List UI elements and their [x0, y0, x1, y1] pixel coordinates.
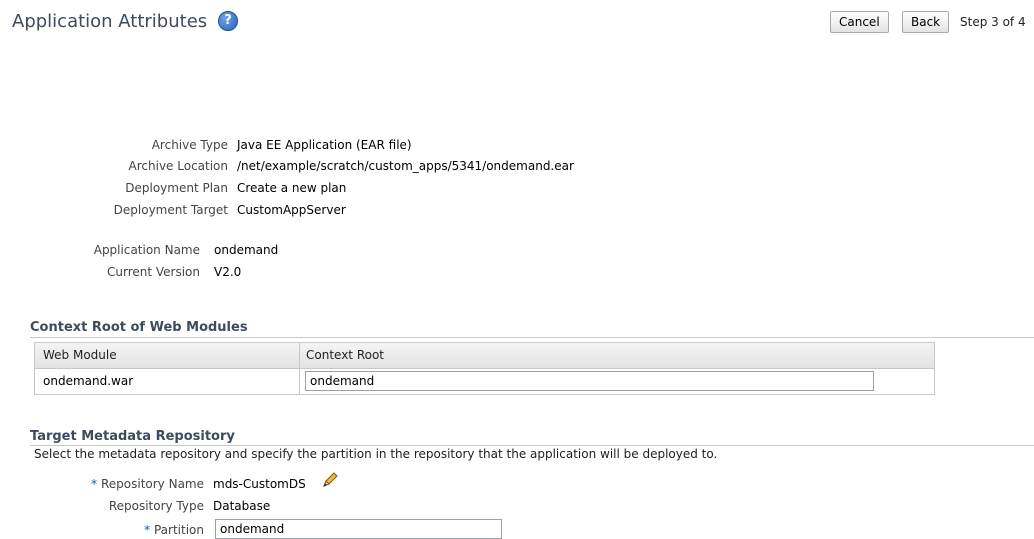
- deployment-target-label: Deployment Target: [113, 203, 228, 217]
- cancel-button[interactable]: Cancel: [830, 11, 889, 33]
- page-title: Application Attributes: [12, 11, 208, 32]
- metadata-repo-description: Select the metadata repository and speci…: [34, 447, 718, 461]
- deployment-plan-value: Create a new plan: [237, 181, 347, 195]
- partition-input[interactable]: [215, 519, 502, 539]
- current-version-label: Current Version: [106, 265, 200, 279]
- archive-location-value: /net/example/scratch/custom_apps/5341/on…: [237, 159, 574, 173]
- context-root-input[interactable]: [305, 371, 874, 391]
- repository-type-value: Database: [213, 499, 271, 513]
- section-divider: [30, 337, 1034, 338]
- partition-label: * Partition: [144, 523, 204, 537]
- column-header-context-root: Context Root: [306, 348, 385, 362]
- archive-location-label: Archive Location: [128, 159, 228, 173]
- repository-name-value: mds-CustomDS: [213, 477, 306, 491]
- archive-type-value: Java EE Application (EAR file): [237, 138, 412, 152]
- column-header-web-module: Web Module: [43, 348, 117, 362]
- metadata-repo-heading: Target Metadata Repository: [30, 429, 235, 444]
- help-icon[interactable]: ?: [218, 11, 238, 31]
- application-name-value: ondemand: [214, 243, 279, 257]
- context-root-table: Web Module Context Root ondemand.war: [34, 342, 935, 395]
- application-name-label: Application Name: [93, 243, 200, 257]
- table-header: Web Module Context Root: [35, 343, 934, 369]
- column-divider: [299, 343, 300, 394]
- archive-type-label: Archive Type: [151, 138, 228, 152]
- pencil-icon[interactable]: [320, 470, 340, 493]
- back-button[interactable]: Back: [902, 11, 950, 33]
- step-indicator: Step 3 of 4: [960, 15, 1026, 29]
- current-version-value: V2.0: [214, 265, 242, 279]
- repository-name-label: * Repository Name: [91, 477, 204, 491]
- repository-type-label: Repository Type: [108, 499, 204, 513]
- context-root-heading: Context Root of Web Modules: [30, 320, 248, 335]
- deployment-target-value: CustomAppServer: [237, 203, 346, 217]
- section-divider: [30, 445, 1034, 446]
- deployment-plan-label: Deployment Plan: [125, 181, 228, 195]
- web-module-cell: ondemand.war: [43, 374, 134, 388]
- required-icon: *: [144, 523, 151, 537]
- required-icon: *: [91, 477, 98, 491]
